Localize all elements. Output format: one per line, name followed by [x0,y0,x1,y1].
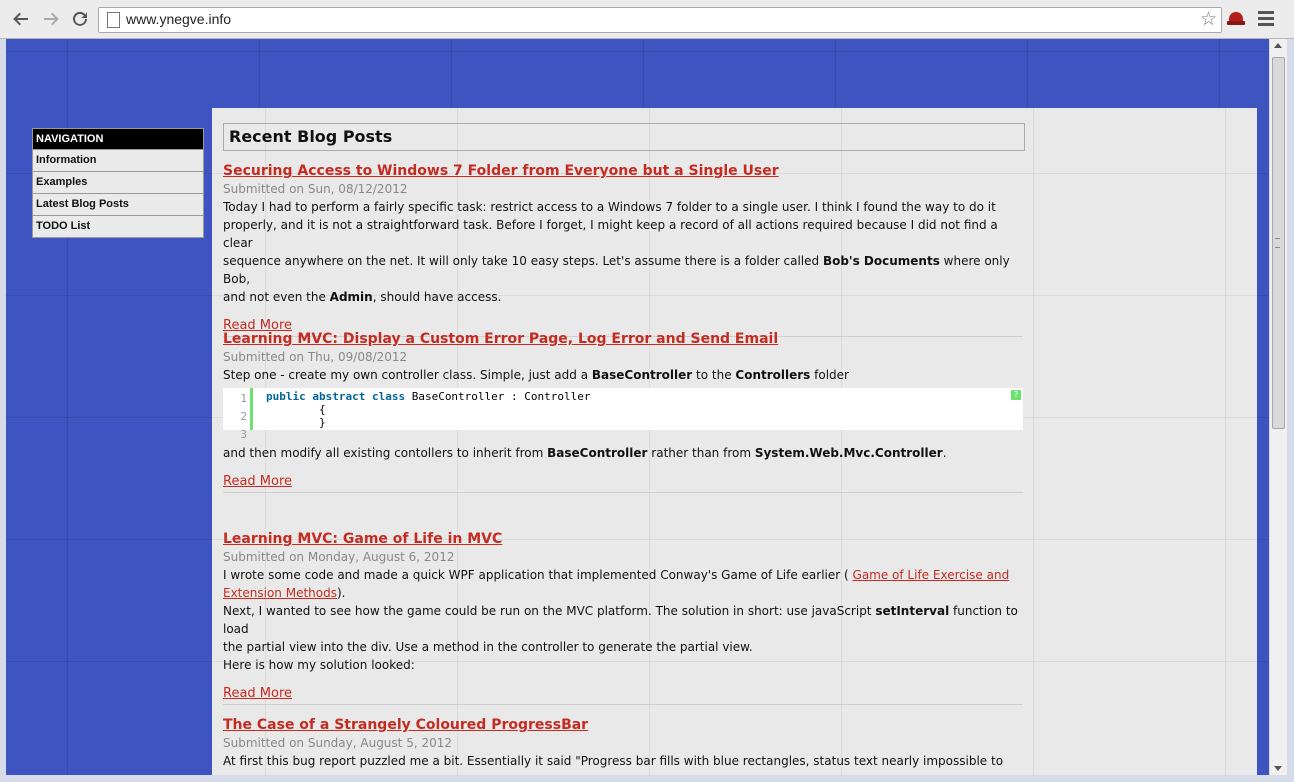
code-gutter-bar [250,388,253,430]
reload-button[interactable] [69,8,91,30]
post-text: Here is how my solution looked: [223,658,415,672]
sidebar-item-latest-blog-posts[interactable]: Latest Blog Posts [32,194,204,216]
post-title-link[interactable]: The Case of a Strangely Coloured Progres… [223,717,588,733]
post-title-link[interactable]: Learning MVC: Game of Life in MVC [223,531,502,547]
post-text: Extension Methods). [223,586,346,600]
read-more-link[interactable]: Read More [223,686,292,701]
post-text: At first this bug report puzzled me a bi… [223,754,1004,768]
divider [223,704,1023,705]
post-text: sequence anywhere on the net. It will on… [223,254,1010,286]
sidebar-item-examples[interactable]: Examples [32,172,204,194]
post-text: Next, I wanted to see how the game could… [223,604,1018,636]
scroll-down-arrow-icon[interactable] [1274,766,1282,771]
post-text: the partial view into the div. Use a met… [223,640,753,654]
menu-icon[interactable] [1258,11,1274,27]
read-more-link[interactable]: Read More [223,474,292,489]
scrollbar-thumb[interactable] [1272,57,1285,429]
sidebar-item-todo-list[interactable]: TODO List [32,216,204,238]
scroll-up-arrow-icon[interactable] [1274,43,1282,48]
forward-arrow-icon [44,12,59,26]
back-arrow-icon [13,12,28,26]
browser-toolbar: www.ynegve.info ☆ [0,0,1294,39]
reload-icon [73,11,87,26]
blog-post: Learning MVC: Display a Custom Error Pag… [223,330,1023,493]
navigation-heading: NAVIGATION [32,128,204,150]
divider [223,492,1023,493]
code-help-icon[interactable]: ? [1011,390,1021,400]
bookmark-star-icon[interactable]: ☆ [1200,9,1217,29]
page-viewport: NAVIGATION Information Examples Latest B… [6,39,1269,775]
post-title-link[interactable]: Learning MVC: Display a Custom Error Pag… [223,331,778,347]
post-text: and then modify all existing contollers … [223,446,947,460]
blog-post: Learning MVC: Game of Life in MVC Submit… [223,530,1023,705]
post-meta: Submitted on Sunday, August 5, 2012 [223,736,452,750]
forward-button[interactable] [40,8,62,30]
game-of-life-link[interactable]: Game of Life Exercise and [853,568,1010,582]
code-block: 1 2 3 public abstract class BaseControll… [223,388,1023,441]
page-icon [107,12,120,28]
vertical-scrollbar[interactable] [1269,39,1287,775]
post-text: I wrote some code and made a quick WPF a… [223,568,1010,582]
back-button[interactable] [10,8,32,30]
main-content: Recent Blog Posts Securing Access to Win… [212,108,1257,775]
address-bar[interactable]: www.ynegve.info ☆ [98,7,1222,33]
post-meta: Submitted on Thu, 09/08/2012 [223,350,408,364]
extension-icon[interactable] [1226,10,1246,28]
code-lines: public abstract class BaseController : C… [266,390,591,429]
post-meta: Submitted on Sun, 08/12/2012 [223,182,408,196]
blog-post: Securing Access to Windows 7 Folder from… [223,162,1023,337]
post-meta: Submitted on Monday, August 6, 2012 [223,550,455,564]
post-text: and not even the Admin, should have acce… [223,290,502,304]
url-text[interactable]: www.ynegve.info [126,11,231,27]
navigation-sidebar: NAVIGATION Information Examples Latest B… [32,128,204,238]
post-text: properly, and it is not a straightforwar… [223,218,998,250]
section-title: Recent Blog Posts [223,123,1025,151]
post-text: Today I had to perform a fairly specific… [223,200,996,214]
sidebar-item-information[interactable]: Information [32,150,204,172]
post-text: Step one - create my own controller clas… [223,368,849,382]
code-line-numbers: 1 2 3 [240,392,247,441]
extension-methods-link[interactable]: Extension Methods [223,586,337,600]
post-title-link[interactable]: Securing Access to Windows 7 Folder from… [223,163,779,179]
blog-post: The Case of a Strangely Coloured Progres… [223,716,1023,770]
